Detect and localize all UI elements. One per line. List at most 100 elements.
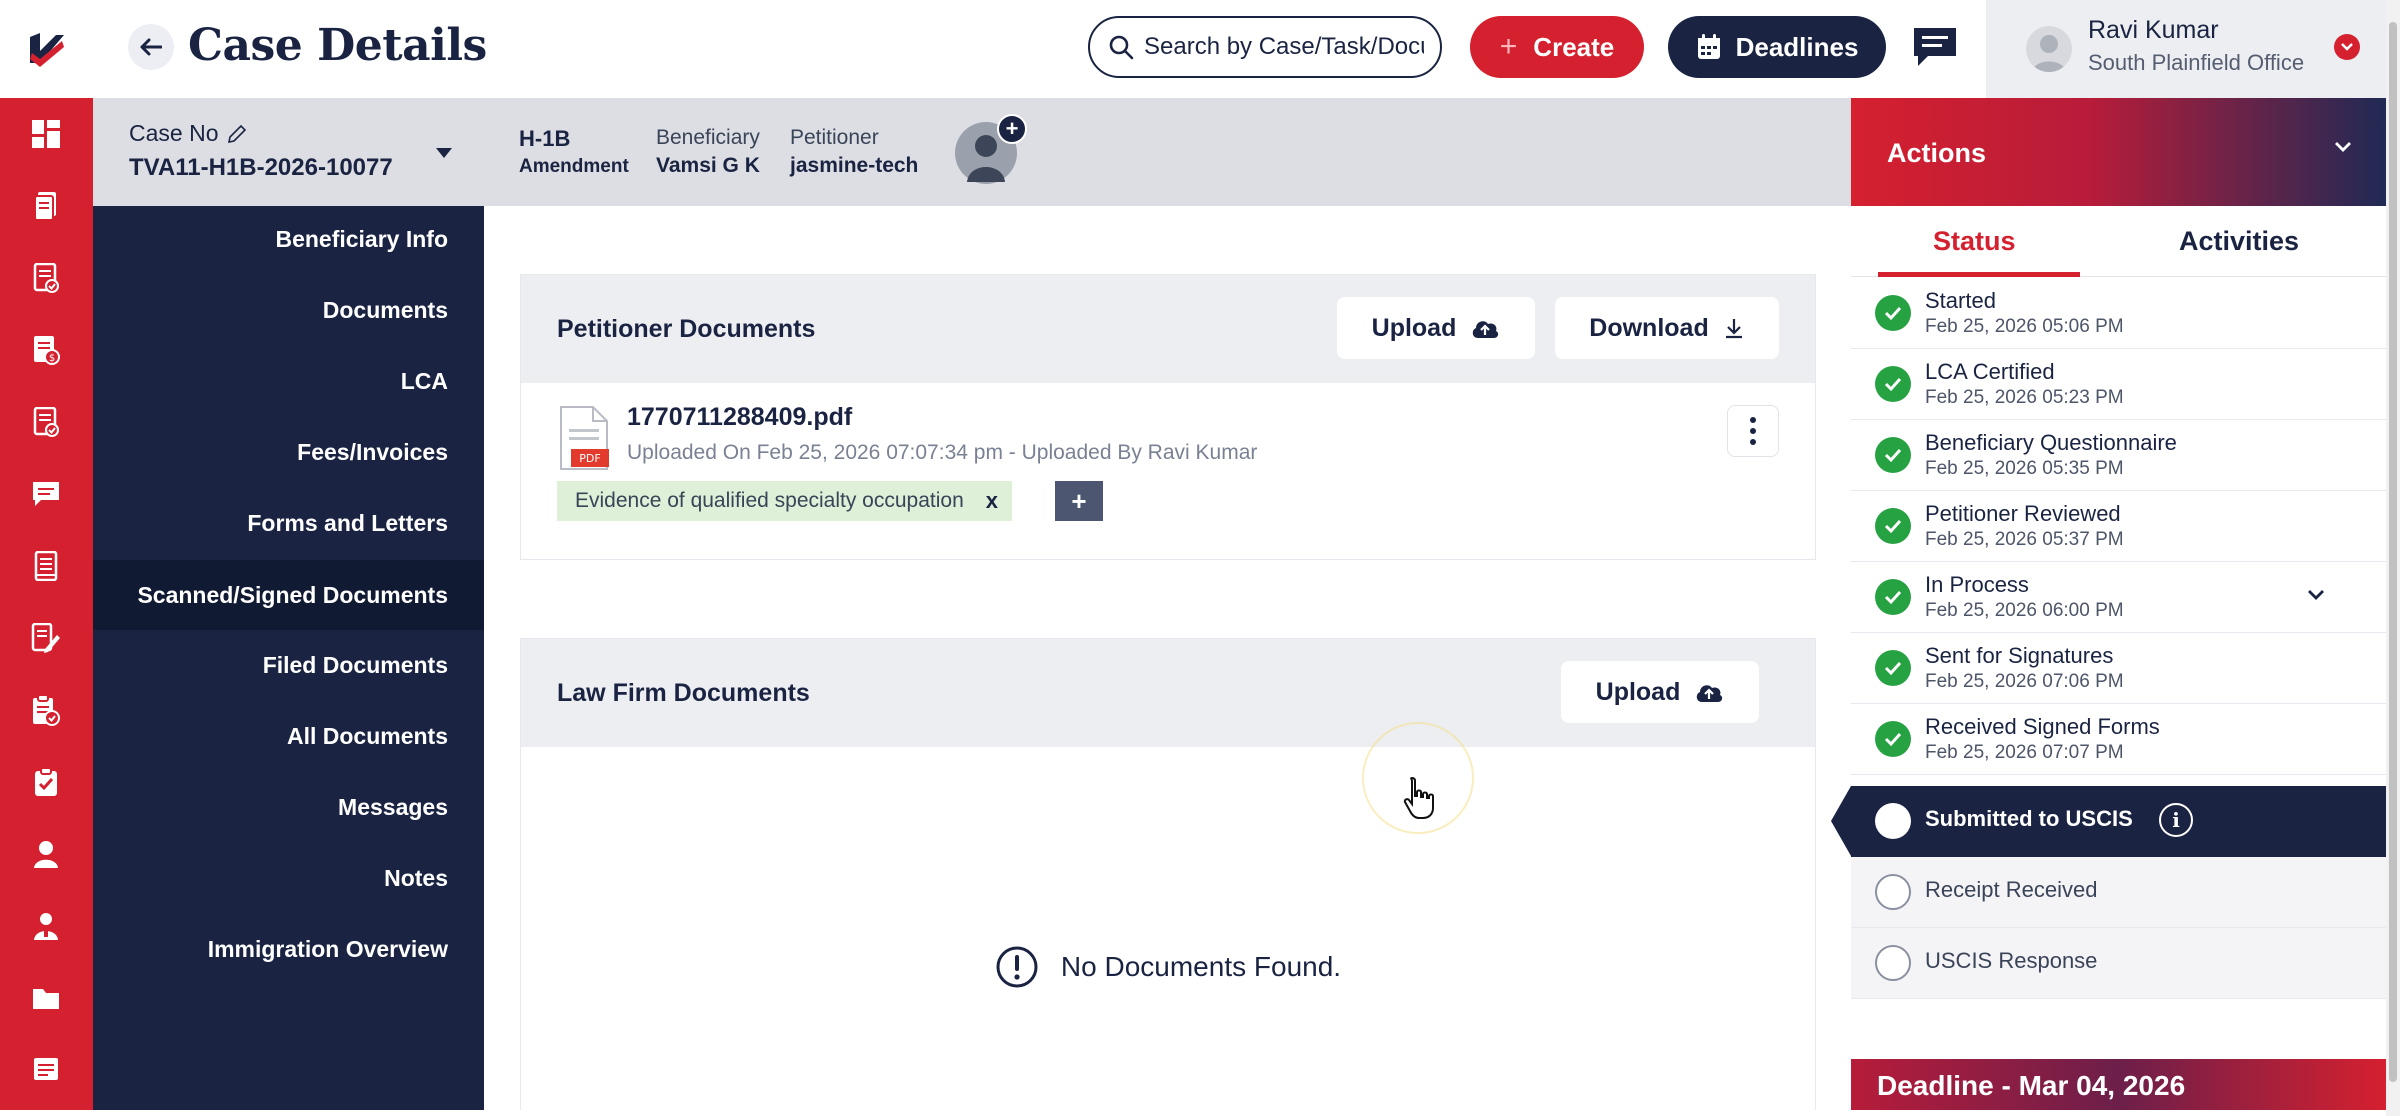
edit-list-icon[interactable] (26, 618, 66, 658)
remove-tag-button[interactable]: x (986, 488, 998, 514)
chevron-down-icon[interactable] (2333, 140, 2353, 159)
create-button[interactable]: + Create (1470, 16, 1644, 78)
check-circle-icon (1875, 437, 1911, 473)
step-title: Started (1925, 288, 1996, 313)
panel-title: Petitioner Documents (557, 315, 816, 343)
folder-icon[interactable] (26, 978, 66, 1018)
check-circle-icon (1875, 366, 1911, 402)
nav-item-beneficiary-info[interactable]: Beneficiary Info (275, 226, 448, 253)
actions-panel: Actions Status Activities Started Feb 25… (1831, 98, 2386, 1110)
user-icon[interactable] (26, 834, 66, 874)
chevron-down-icon[interactable] (2334, 34, 2360, 60)
invoices-icon[interactable]: $ (26, 330, 66, 370)
nav-item-filed-documents[interactable]: Filed Documents (263, 652, 448, 679)
case-no-label: Case No (129, 120, 219, 146)
panel-title: Law Firm Documents (557, 679, 810, 707)
panel-header: Law Firm Documents Upload (521, 639, 1815, 747)
case-number: TVA11-H1B-2026-10077 (129, 154, 393, 181)
nav-item-messages[interactable]: Messages (338, 794, 448, 821)
chevron-down-icon[interactable] (2306, 588, 2326, 607)
deadlines-button[interactable]: Deadlines (1668, 16, 1886, 78)
status-step[interactable]: Started Feb 25, 2026 05:06 PM (1851, 278, 2386, 349)
petitioner-name[interactable]: jasmine-tech (790, 154, 918, 178)
dashboard-icon[interactable] (26, 114, 66, 154)
status-step[interactable]: Received Signed Forms Feb 25, 2026 07:07… (1851, 704, 2386, 775)
search-box[interactable] (1088, 16, 1442, 78)
more-options-icon[interactable] (1727, 405, 1779, 457)
file-name[interactable]: 1770711288409.pdf (627, 403, 852, 432)
tasks-icon[interactable] (26, 258, 66, 298)
pencil-icon[interactable] (226, 123, 248, 145)
tab-activities[interactable]: Activities (2179, 226, 2299, 257)
brand-logo[interactable] (0, 0, 93, 98)
step-title: In Process (1925, 572, 2029, 597)
book-icon[interactable] (26, 546, 66, 586)
add-tag-button[interactable]: + (1055, 481, 1103, 521)
nav-item-notes[interactable]: Notes (384, 865, 448, 892)
step-title: Petitioner Reviewed (1925, 501, 2121, 526)
empty-state: No Documents Found. (521, 945, 1815, 989)
step-title: Submitted to USCIS (1925, 806, 2133, 831)
nav-item-scanned-signed-documents[interactable]: Scanned/Signed Documents (93, 560, 484, 630)
status-step-pending[interactable]: Receipt Received (1851, 857, 2386, 928)
step-date: Feb 25, 2026 05:35 PM (1925, 458, 2124, 479)
nav-item-lca[interactable]: LCA (401, 368, 448, 395)
actions-header[interactable]: Actions (1851, 98, 2386, 206)
cloud-upload-icon (1697, 685, 1723, 702)
user-menu[interactable]: Ravi Kumar South Plainfield Office (1986, 0, 2386, 98)
tab-status[interactable]: Status (1933, 226, 2016, 257)
nav-item-forms-and-letters[interactable]: Forms and Letters (247, 510, 448, 537)
calendar-icon (1697, 34, 1720, 59)
check-circle-icon (1875, 650, 1911, 686)
download-button[interactable]: Download (1555, 297, 1779, 359)
upload-button[interactable]: Upload (1337, 297, 1535, 359)
upload-button[interactable]: Upload (1561, 661, 1759, 723)
status-step[interactable]: LCA Certified Feb 25, 2026 05:23 PM (1851, 349, 2386, 420)
status-step[interactable]: Sent for Signatures Feb 25, 2026 07:06 P… (1851, 633, 2386, 704)
add-member-plus-icon[interactable]: + (997, 114, 1027, 144)
alert-circle-icon (996, 946, 1038, 988)
step-date: Feb 25, 2026 07:06 PM (1925, 671, 2124, 692)
scrollbar-thumb[interactable] (2389, 22, 2397, 1082)
nav-item-documents[interactable]: Documents (323, 297, 448, 324)
clipboard-icon[interactable] (26, 690, 66, 730)
back-button[interactable] (128, 24, 174, 70)
users-icon[interactable] (26, 906, 66, 946)
nav-item-fees-invoices[interactable]: Fees/Invoices (297, 439, 448, 466)
beneficiary-name[interactable]: Vamsi G K (656, 154, 760, 178)
beneficiary-label: Beneficiary (656, 126, 760, 149)
upload-label: Upload (1371, 313, 1457, 342)
messages-button[interactable] (1910, 24, 1960, 70)
chat-icon[interactable] (26, 474, 66, 514)
nav-item-immigration-overview[interactable]: Immigration Overview (208, 936, 448, 963)
status-step[interactable]: Petitioner Reviewed Feb 25, 2026 05:37 P… (1851, 491, 2386, 562)
download-icon (1725, 319, 1742, 339)
status-circle-icon (1875, 874, 1911, 910)
status-circle-icon (1875, 945, 1911, 981)
check-circle-icon (1875, 508, 1911, 544)
case-info-bar: Case No TVA11-H1B-2026-10077 H-1B Amendm… (93, 98, 1851, 206)
cases-icon[interactable] (26, 186, 66, 226)
info-icon[interactable]: i (2159, 803, 2193, 837)
hand-cursor-icon (1403, 776, 1434, 819)
case-switch-caret-icon[interactable] (435, 146, 453, 164)
check-circle-icon (1875, 721, 1911, 757)
assign-team-avatar[interactable]: + (955, 114, 1027, 184)
forms-icon[interactable] (26, 402, 66, 442)
arrow-left-icon (140, 38, 162, 56)
user-name: Ravi Kumar (2088, 16, 2219, 44)
user-silhouette-icon (2032, 35, 2066, 72)
status-step-pending[interactable]: USCIS Response (1851, 928, 2386, 999)
checklist-icon[interactable] (26, 762, 66, 802)
status-step[interactable]: Beneficiary Questionnaire Feb 25, 2026 0… (1851, 420, 2386, 491)
step-date: Feb 25, 2026 05:37 PM (1925, 529, 2124, 550)
panel-header: Petitioner Documents Upload Download (521, 275, 1815, 383)
status-step-current[interactable]: Submitted to USCIS i (1831, 786, 2386, 857)
section-nav: Beneficiary Info Documents LCA Fees/Invo… (93, 206, 484, 1110)
step-title: Received Signed Forms (1925, 714, 2160, 739)
logo-icon (29, 33, 64, 67)
notes-icon[interactable] (26, 1050, 66, 1090)
nav-item-all-documents[interactable]: All Documents (287, 723, 448, 750)
search-input[interactable] (1144, 33, 1424, 61)
status-step[interactable]: In Process Feb 25, 2026 06:00 PM (1851, 562, 2386, 633)
